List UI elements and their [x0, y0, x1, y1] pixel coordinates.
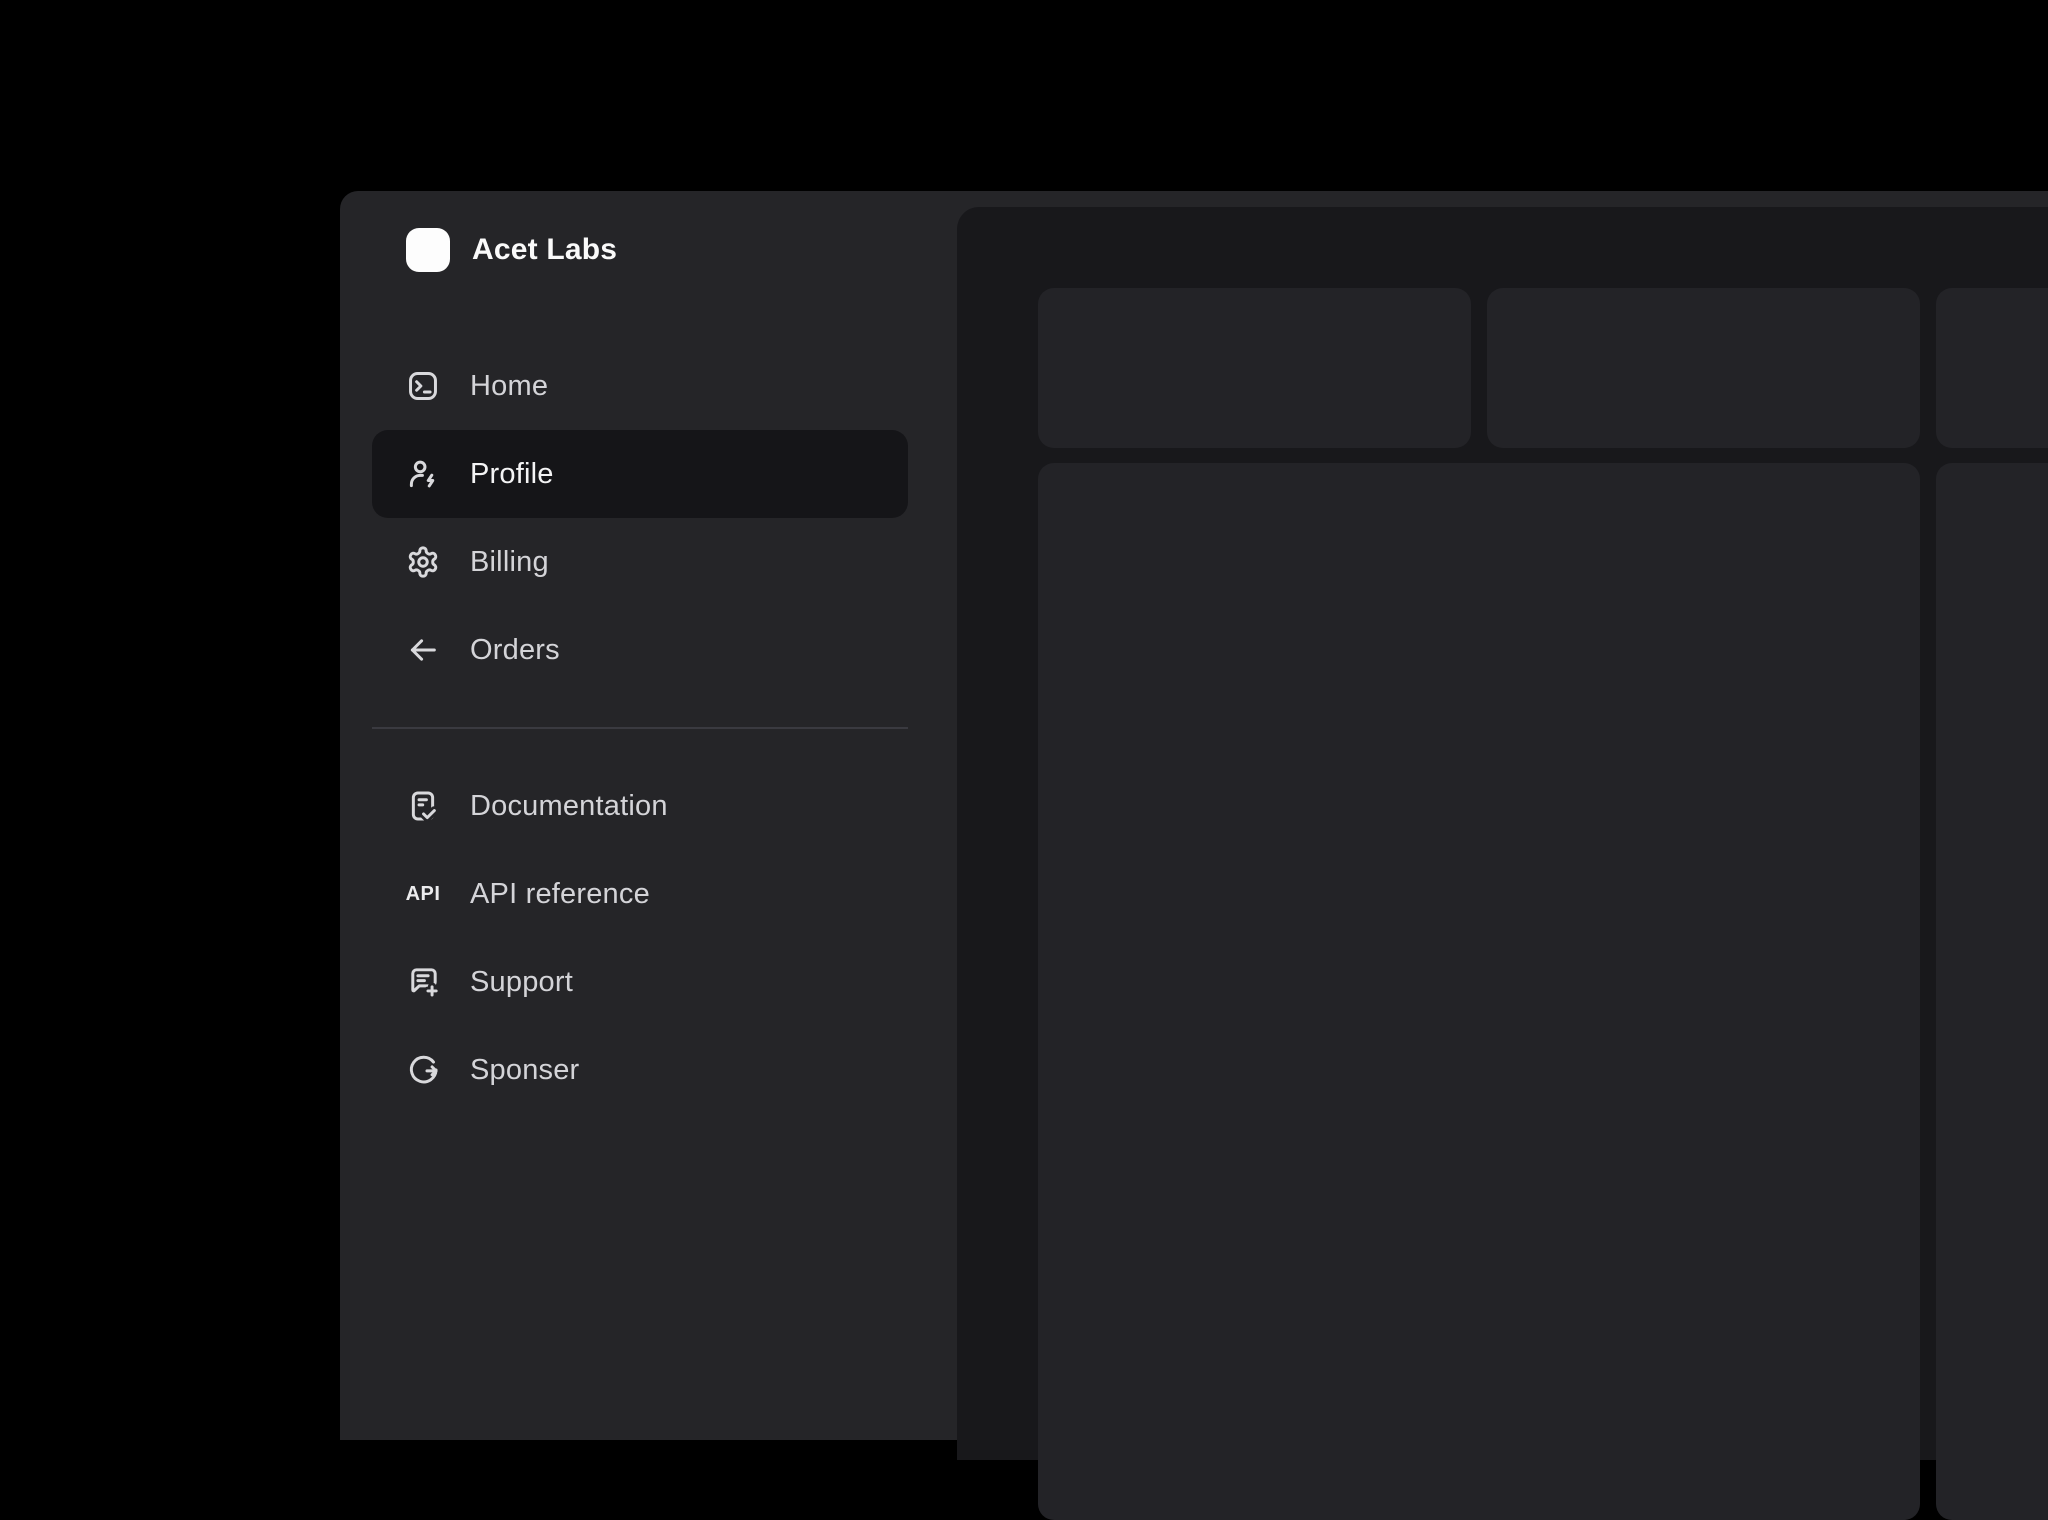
sidebar-item-label: Support: [470, 966, 573, 999]
message-plus-icon: [406, 965, 440, 999]
file-check-icon: [406, 789, 440, 823]
sidebar-item-support[interactable]: Support: [372, 938, 908, 1026]
sidebar-item-label: Documentation: [470, 790, 668, 823]
sidebar-item-home[interactable]: Home: [372, 342, 908, 430]
sidebar-item-profile[interactable]: Profile: [372, 430, 908, 518]
sidebar-item-label: Orders: [470, 634, 560, 667]
rotate-arrow-icon: [406, 1053, 440, 1087]
sidebar-item-sponser[interactable]: Sponser: [372, 1026, 908, 1114]
placeholder-card-1: [1038, 288, 1471, 448]
terminal-square-icon: [406, 369, 440, 403]
placeholder-card-3: [1936, 288, 2048, 448]
sidebar-item-billing[interactable]: Billing: [372, 518, 908, 606]
sidebar-item-label: Profile: [470, 458, 554, 491]
sidebar-item-documentation[interactable]: Documentation: [372, 762, 908, 850]
sidebar-divider: [372, 727, 908, 729]
app-window: Acet Labs Home: [340, 191, 2048, 1440]
api-badge-icon: API: [406, 877, 440, 911]
primary-nav: Home Profile: [372, 342, 908, 694]
bottom-card-row: [1038, 463, 2048, 1520]
brand-logo-icon: [406, 228, 450, 272]
sidebar-item-label: Billing: [470, 546, 549, 579]
sidebar-item-orders[interactable]: Orders: [372, 606, 908, 694]
placeholder-card-side: [1936, 463, 2048, 1520]
sidebar-item-label: Home: [470, 370, 548, 403]
gear-icon: [406, 545, 440, 579]
brand: Acet Labs: [406, 228, 617, 272]
sidebar-item-api-reference[interactable]: API API reference: [372, 850, 908, 938]
sidebar-item-label: Sponser: [470, 1054, 579, 1087]
arrow-left-icon: [406, 633, 440, 667]
secondary-nav: Documentation API API reference: [372, 762, 908, 1114]
main-content-panel: [957, 207, 2048, 1460]
placeholder-card-2: [1487, 288, 1920, 448]
sidebar-item-label: API reference: [470, 878, 650, 911]
top-card-row: [1038, 288, 2048, 448]
brand-title: Acet Labs: [472, 233, 617, 267]
placeholder-card-grid: [1038, 288, 2048, 1520]
user-zap-icon: [406, 457, 440, 491]
placeholder-card-main: [1038, 463, 1920, 1520]
